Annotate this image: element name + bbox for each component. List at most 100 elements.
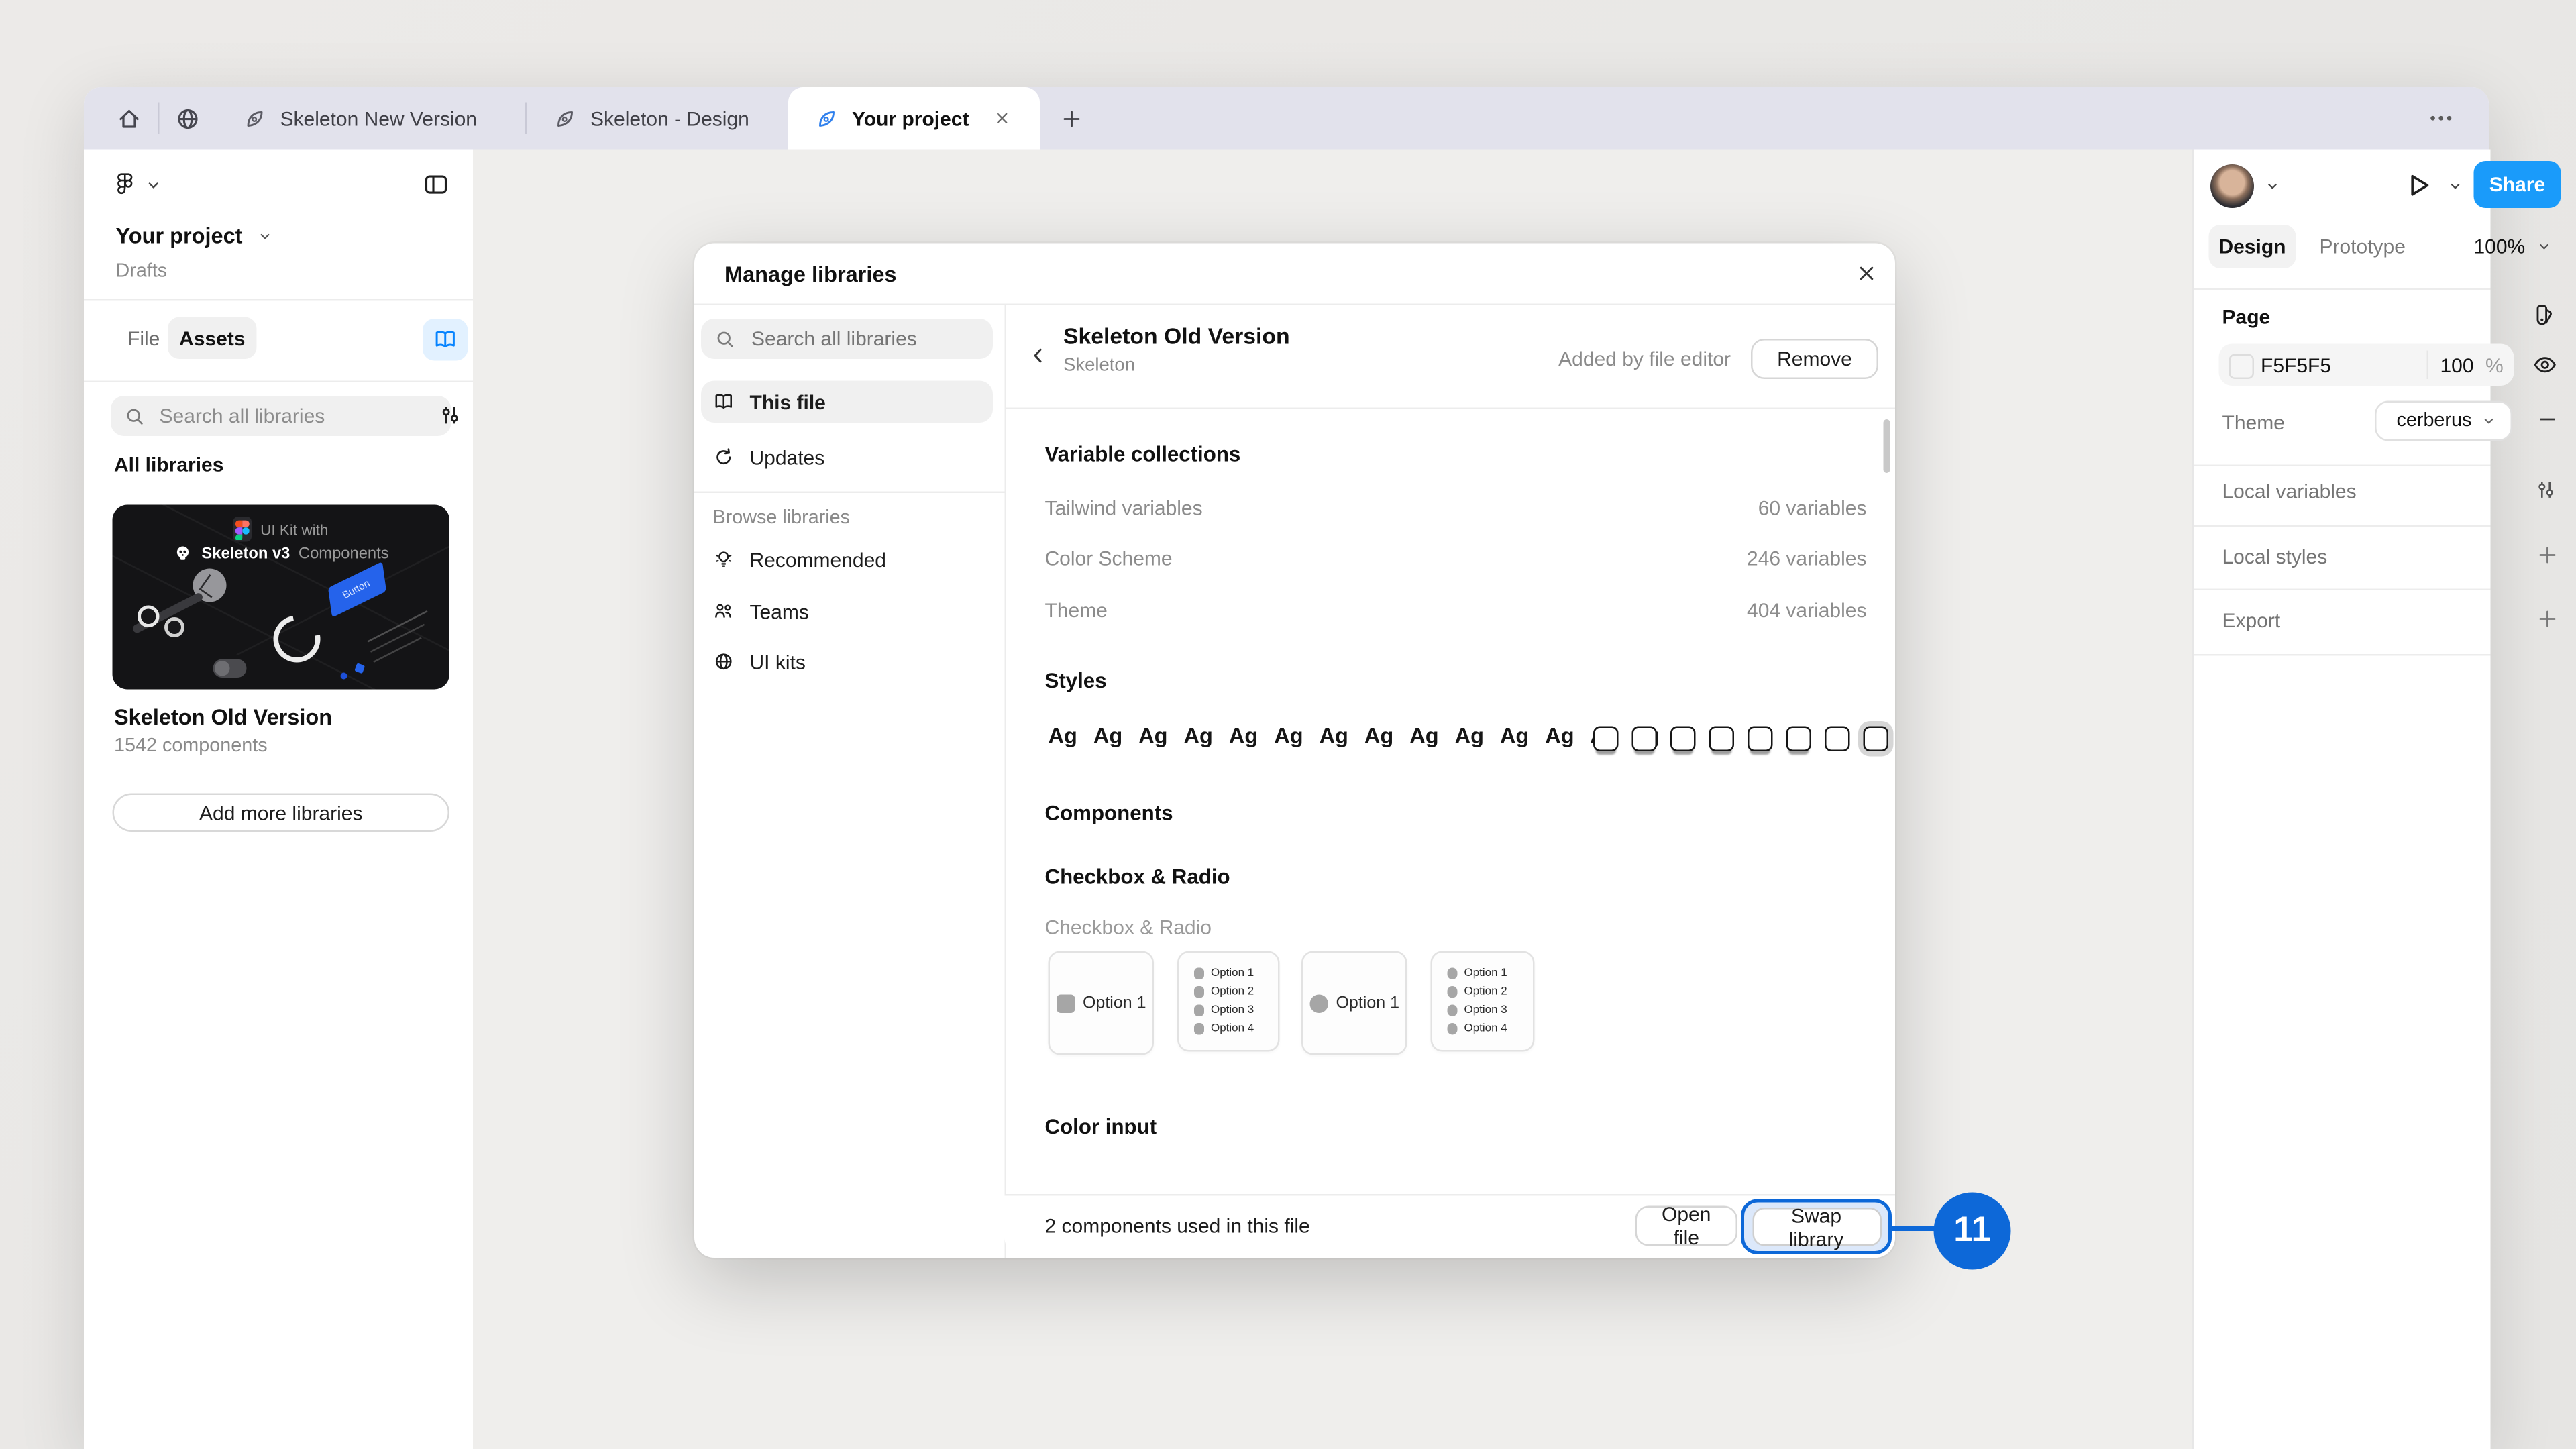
present-options-chevron[interactable] (2447, 178, 2464, 195)
ellipsis-icon (2427, 104, 2456, 133)
file-nib-icon (553, 107, 577, 130)
checkbox-group-preview: Option 1 Option 2 Option 3 Option 4 (1176, 951, 1279, 1052)
globe-icon (713, 651, 735, 673)
back-button[interactable] (1026, 344, 1050, 368)
account-chevron[interactable] (2264, 178, 2281, 195)
community-button[interactable] (160, 87, 217, 150)
tab-file[interactable]: File (127, 327, 160, 351)
zoom-dropdown[interactable]: 100% (2474, 235, 2553, 258)
minus-icon (2536, 408, 2559, 431)
local-styles-label[interactable]: Local styles (2222, 545, 2328, 569)
divider (84, 380, 473, 382)
main-menu-chevron[interactable] (144, 176, 163, 195)
export-label[interactable]: Export (2222, 609, 2281, 633)
desktop: Skeleton New Version Skeleton - Design Y… (0, 0, 2576, 1449)
avatar[interactable] (2210, 164, 2254, 208)
cover-toggle-shape (213, 659, 247, 678)
divider (2194, 525, 2491, 527)
color-swatch[interactable] (2229, 354, 2254, 379)
libraries-toggle-button[interactable] (423, 319, 468, 361)
divider (2194, 654, 2491, 656)
local-variables-label[interactable]: Local variables (2222, 480, 2357, 503)
opacity-value[interactable]: 100 (2440, 354, 2474, 378)
present-button[interactable] (2405, 171, 2434, 200)
divider (2194, 464, 2491, 466)
component-previews: Option 1 Option 1 Option 2 Option 3 Opti… (1048, 951, 1534, 1055)
search-input[interactable] (156, 402, 398, 429)
canvas-area: Manage libraries This file (473, 149, 2192, 1449)
nav-this-file[interactable]: This file (701, 380, 993, 423)
left-sidebar: Your project Drafts File Assets All libr… (84, 149, 475, 1449)
swap-library-button[interactable]: Swap library (1752, 1203, 1881, 1250)
page-styles-button[interactable] (2532, 302, 2558, 327)
nav-ui-kits[interactable]: UI kits (701, 641, 993, 683)
toggle-visibility-button[interactable] (2532, 352, 2558, 378)
share-button[interactable]: Share (2473, 161, 2561, 208)
figma-main-menu[interactable] (113, 170, 138, 199)
project-name-dropdown[interactable]: Your project (115, 223, 273, 249)
file-nib-icon (815, 107, 839, 130)
library-filter-button[interactable] (438, 402, 464, 428)
sidebar-search[interactable] (111, 396, 451, 436)
library-card-thumbnail[interactable]: UI Kit with Skeleton v3 Components Butto… (112, 504, 449, 690)
plus-icon (2536, 543, 2559, 567)
open-variables-button[interactable] (2534, 478, 2558, 502)
nav-teams[interactable]: Teams (701, 590, 993, 633)
remove-button[interactable]: Remove (1751, 339, 1878, 379)
layout-panel-icon (423, 171, 449, 198)
library-components-count: 1542 components (114, 736, 268, 757)
add-export-button[interactable] (2536, 607, 2559, 631)
search-icon (714, 328, 737, 350)
modal-close-button[interactable] (1855, 262, 1878, 285)
open-book-icon (433, 327, 458, 353)
modal-scrollbar[interactable] (1883, 419, 1890, 473)
modal-search-input[interactable] (748, 325, 973, 352)
browse-libraries-heading: Browse libraries (712, 508, 851, 529)
tab-prototype[interactable]: Prototype (2320, 235, 2406, 258)
chevron-down-icon (2447, 178, 2464, 195)
page-color-row[interactable]: F5F5F5 100 % (2218, 343, 2514, 386)
tab-assets[interactable]: Assets (168, 317, 257, 359)
all-libraries-heading: All libraries (114, 453, 224, 476)
divider (694, 491, 1005, 493)
variable-collections-heading: Variable collections (1044, 443, 1241, 466)
new-tab-button[interactable] (1040, 87, 1104, 150)
project-location: Drafts (115, 262, 168, 282)
tab-label: Your project (852, 106, 969, 130)
color-input-heading: Color input (1044, 1115, 1157, 1134)
tab-skeleton-design[interactable]: Skeleton - Design (527, 87, 788, 150)
modal-search[interactable] (701, 319, 993, 359)
window-menu-button[interactable] (2427, 87, 2489, 150)
theme-select[interactable]: cerberus (2375, 400, 2512, 441)
tab-design[interactable]: Design (2208, 225, 2296, 268)
tab-your-project[interactable]: Your project (788, 87, 1040, 150)
toggle-sidebar-button[interactable] (423, 171, 449, 198)
chevron-down-icon (2535, 238, 2552, 255)
effect-style-samples (1593, 726, 1888, 751)
usage-summary: 2 components used in this file (1044, 1214, 1310, 1238)
components-heading: Components (1044, 802, 1173, 825)
figma-logo-icon (113, 170, 138, 199)
filter-sliders-icon (438, 402, 464, 428)
project-name: Your project (115, 223, 243, 249)
divider (2194, 588, 2491, 590)
variable-row-label: Theme (1044, 598, 1108, 623)
add-style-button[interactable] (2536, 543, 2559, 567)
home-button[interactable] (101, 87, 158, 150)
remove-theme-button[interactable] (2536, 408, 2559, 431)
text-style-samples: AgAgAgAgAgAgAgAgAgAgAgAgAgAg (1048, 722, 1660, 749)
library-detail-content: Variable collections Tailwind variables … (1005, 408, 1896, 1134)
nav-recommended[interactable]: Recommended (701, 539, 993, 581)
zoom-level: 100% (2473, 235, 2526, 258)
chevron-down-icon (144, 176, 163, 195)
swatchbook-icon (2532, 302, 2558, 327)
add-more-libraries-button[interactable]: Add more libraries (112, 793, 449, 832)
close-tab-button[interactable] (992, 109, 1011, 128)
tab-skeleton-new-version[interactable]: Skeleton New Version (217, 87, 525, 150)
nav-updates[interactable]: Updates (701, 436, 993, 478)
percent-sign: % (2485, 354, 2504, 378)
right-sidebar: Share Design Prototype 100% Page F5F5F5 … (2192, 149, 2561, 1449)
styles-heading: Styles (1044, 669, 1107, 693)
open-file-button[interactable]: Open file (1635, 1203, 1737, 1250)
color-hex-value[interactable]: F5F5F5 (2261, 354, 2331, 378)
